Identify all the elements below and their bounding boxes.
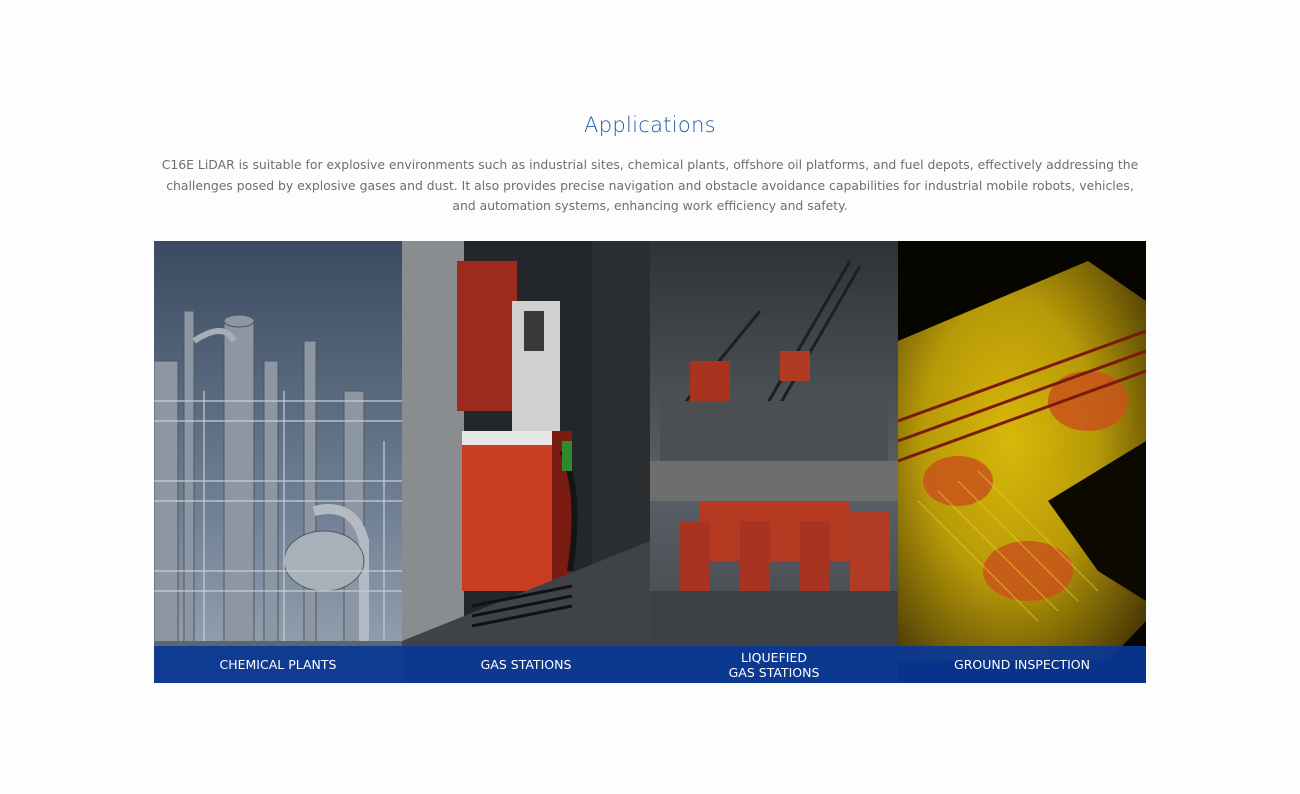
label-band: GAS STATIONS bbox=[402, 646, 650, 683]
application-card-ground-inspection[interactable]: GROUND INSPECTION bbox=[898, 241, 1146, 683]
application-label: GAS STATIONS bbox=[480, 657, 572, 672]
application-card-liquefied-gas-stations[interactable]: LIQUEFIED GAS STATIONS bbox=[650, 241, 898, 683]
application-card-chemical-plants[interactable]: CHEMICAL PLANTS bbox=[154, 241, 402, 683]
application-label: CHEMICAL PLANTS bbox=[219, 657, 337, 672]
label-band: LIQUEFIED GAS STATIONS bbox=[650, 646, 898, 683]
label-band: GROUND INSPECTION bbox=[898, 646, 1146, 683]
applications-section: Applications C16E LiDAR is suitable for … bbox=[0, 0, 1300, 794]
offshore-platform-image bbox=[650, 241, 898, 683]
lidar-point-cloud-image bbox=[898, 241, 1146, 683]
application-label: GROUND INSPECTION bbox=[954, 657, 1090, 672]
gas-pump-image bbox=[402, 241, 650, 683]
application-label: LIQUEFIED GAS STATIONS bbox=[728, 649, 820, 680]
application-card-gas-stations[interactable]: GAS STATIONS bbox=[402, 241, 650, 683]
label-band: CHEMICAL PLANTS bbox=[154, 646, 402, 683]
applications-gallery: CHEMICAL PLANTS GAS STATIONS LIQUEFIED G… bbox=[154, 241, 1146, 683]
chemical-plant-image bbox=[154, 241, 402, 683]
section-description: C16E LiDAR is suitable for explosive env… bbox=[161, 157, 1139, 213]
section-title: Applications bbox=[584, 113, 716, 137]
